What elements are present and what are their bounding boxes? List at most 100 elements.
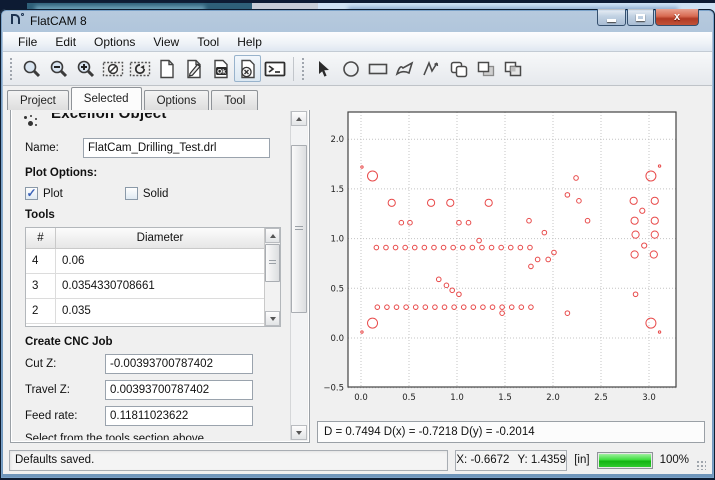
draw-rectangle-button[interactable] <box>364 55 391 82</box>
menu-help[interactable]: Help <box>228 33 271 51</box>
clear-plot-button[interactable] <box>99 55 126 82</box>
toolbar-separator <box>293 57 294 81</box>
name-label: Name: <box>25 142 83 154</box>
maximize-icon <box>636 14 645 21</box>
resize-grip[interactable] <box>696 460 706 470</box>
name-input[interactable] <box>83 138 270 158</box>
status-bar: Defaults saved. X: -0.6672 Y: 1.4359 [in… <box>3 446 712 474</box>
arrow-down-icon <box>296 431 302 435</box>
tab-project[interactable]: Project <box>7 90 69 110</box>
union-button[interactable] <box>445 55 472 82</box>
svg-text:2.5: 2.5 <box>594 393 608 403</box>
maximize-button[interactable] <box>627 9 654 26</box>
svg-text:3.0: 3.0 <box>642 393 656 403</box>
title-bar[interactable]: FlatCAM 8 x <box>0 9 715 32</box>
clear-plot-icon <box>102 59 124 79</box>
minimize-button[interactable] <box>597 9 626 26</box>
toolbar-gripper[interactable] <box>301 57 306 81</box>
tab-selected[interactable]: Selected <box>71 87 142 110</box>
svg-text:1.5: 1.5 <box>498 393 512 403</box>
subtract-button[interactable] <box>472 55 499 82</box>
selected-panel: Excellon Object Name: Plot Options: ✓ Pl… <box>10 108 310 443</box>
edit-object-button[interactable] <box>180 55 207 82</box>
cut-z-input[interactable] <box>105 354 253 374</box>
new-object-button[interactable] <box>153 55 180 82</box>
draw-path-button[interactable] <box>418 55 445 82</box>
draw-polygon-button[interactable] <box>391 55 418 82</box>
cut-z-label: Cut Z: <box>25 358 105 370</box>
toolbar-gripper[interactable] <box>9 57 14 81</box>
menu-bar: File Edit Options View Tool Help <box>3 32 712 52</box>
minimize-icon <box>607 19 616 22</box>
col-header-diameter[interactable]: Diameter <box>56 228 264 248</box>
table-scrollbar[interactable] <box>264 228 280 326</box>
coord-x: X: -0.6672 <box>456 454 509 466</box>
tab-tool[interactable]: Tool <box>211 90 258 110</box>
scroll-down-button[interactable] <box>265 311 280 326</box>
menu-edit[interactable]: Edit <box>46 33 85 51</box>
pointer-icon <box>314 59 334 79</box>
menu-tool[interactable]: Tool <box>188 33 228 51</box>
zoom-fit-icon <box>22 59 42 79</box>
cnc-job-title: Create CNC Job <box>25 336 290 348</box>
main-area: Excellon Object Name: Plot Options: ✓ Pl… <box>3 110 712 446</box>
svg-text:0.0: 0.0 <box>354 393 368 403</box>
object-heading: Excellon Object <box>23 113 290 130</box>
close-button[interactable]: x <box>655 9 699 26</box>
flatcam-window: FlatCAM 8 x File Edit Options View Tool … <box>0 9 715 479</box>
scroll-up-button[interactable] <box>291 111 307 126</box>
screen: FlatCAM 8 x File Edit Options View Tool … <box>0 0 715 480</box>
coordinates-box: X: -0.6672 Y: 1.4359 <box>455 450 567 471</box>
scrollbar-thumb[interactable] <box>265 244 280 282</box>
scroll-down-button[interactable] <box>291 425 307 440</box>
zoom-in-icon <box>76 59 96 79</box>
table-row[interactable]: 4 0.06 <box>26 249 280 274</box>
ok-file-icon: Ok <box>211 59 231 79</box>
travel-z-input[interactable] <box>105 380 253 400</box>
feed-rate-input[interactable] <box>105 406 253 426</box>
subtract-icon <box>475 59 497 79</box>
zoom-in-button[interactable] <box>72 55 99 82</box>
draw-circle-button[interactable] <box>337 55 364 82</box>
svg-text:1.0: 1.0 <box>450 393 464 403</box>
tab-options[interactable]: Options <box>144 90 210 110</box>
table-row[interactable]: 2 0.035 <box>26 299 280 324</box>
path-icon <box>421 59 443 79</box>
solid-checkbox[interactable] <box>125 187 138 200</box>
intersect-icon <box>502 59 524 79</box>
window-title: FlatCAM 8 <box>30 14 87 28</box>
replot-button[interactable] <box>126 55 153 82</box>
svg-text:−0.5: −0.5 <box>323 384 344 394</box>
progress-percent: 100% <box>660 454 689 466</box>
tab-bar: Project Selected Options Tool <box>3 86 712 110</box>
menu-options[interactable]: Options <box>85 33 144 51</box>
scroll-up-button[interactable] <box>265 228 280 243</box>
drill-plot: 0.00.51.01.52.02.53.0−0.50.00.51.01.52.0 <box>313 106 709 418</box>
plot-canvas[interactable]: 0.00.51.01.52.02.53.0−0.50.00.51.01.52.0 <box>313 106 709 418</box>
zoom-fit-button[interactable] <box>18 55 45 82</box>
intersect-button[interactable] <box>499 55 526 82</box>
plot-options-label: Plot Options: <box>25 167 290 179</box>
coord-y: Y: 1.4359 <box>517 454 566 466</box>
zoom-out-button[interactable] <box>45 55 72 82</box>
delete-object-button[interactable] <box>234 55 261 82</box>
toolbar: Ok <box>3 52 712 86</box>
tools-label: Tools <box>25 209 290 221</box>
new-file-icon <box>157 59 177 79</box>
plot-checkbox[interactable]: ✓ <box>25 187 38 200</box>
shell-button[interactable] <box>261 55 288 82</box>
menu-file[interactable]: File <box>9 33 46 51</box>
svg-text:2.0: 2.0 <box>330 135 344 145</box>
svg-text:2.0: 2.0 <box>546 393 560 403</box>
select-pointer-button[interactable] <box>310 55 337 82</box>
table-row[interactable]: 3 0.0354330708661 <box>26 274 280 299</box>
app-icon <box>9 13 24 28</box>
rectangle-icon <box>367 59 389 79</box>
tool-diameter: 0.0354330708661 <box>56 274 264 298</box>
panel-scrollbar[interactable] <box>290 111 307 440</box>
save-ok-button[interactable]: Ok <box>207 55 234 82</box>
caption-buttons: x <box>597 9 699 26</box>
scrollbar-thumb[interactable] <box>291 145 307 313</box>
menu-view[interactable]: View <box>144 33 188 51</box>
col-header-num[interactable]: # <box>26 228 56 248</box>
